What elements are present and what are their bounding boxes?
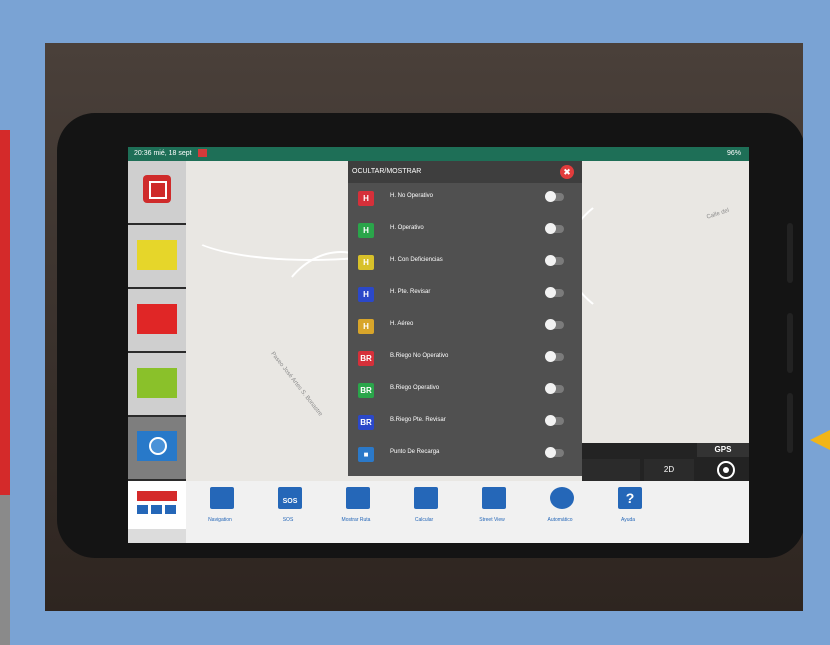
green-swatch [137, 368, 177, 398]
layer-label: H. Pte. Revisar [390, 289, 431, 295]
tab-ayuda[interactable]: ? Ayuda [598, 485, 658, 533]
circle-icon [137, 431, 177, 461]
side-button-top [787, 223, 793, 283]
sidebar-item-blue[interactable] [128, 417, 186, 479]
left-gray-strip [0, 495, 10, 645]
red-swatch [137, 304, 177, 334]
warning-icon [197, 149, 207, 158]
image-icon [210, 487, 234, 509]
tab-label: Mostrar Ruta [341, 517, 371, 523]
layer-label: B.Riego No Operativo [390, 353, 449, 359]
side-button-middle [787, 313, 793, 373]
street-view-icon [482, 487, 506, 509]
status-battery: 96% [726, 150, 741, 157]
gps-target-icon[interactable] [717, 461, 735, 479]
legend-blue-cell-3 [165, 505, 176, 514]
layer-toggle[interactable] [545, 255, 564, 266]
help-icon: ? [618, 487, 642, 509]
left-red-strip [0, 130, 10, 495]
layer-toggle[interactable] [545, 287, 564, 298]
recharge-point-icon: ■ [358, 447, 374, 462]
layer-label: Punto De Recarga [390, 449, 440, 455]
left-sidebar [128, 161, 186, 481]
tab-calcular[interactable]: Calcular [394, 485, 454, 533]
layer-toggle[interactable] [545, 351, 564, 362]
layer-visibility-panel: OCULTAR/MOSTRAR ✖ H H. No Operativo H H.… [348, 161, 582, 476]
tab-label: Navigation [208, 517, 232, 523]
automatic-icon [550, 487, 574, 509]
layer-row: H H. Con Deficiencias [348, 247, 582, 279]
hydrant-icon: H [358, 319, 374, 334]
sidebar-item-yellow[interactable] [128, 225, 186, 287]
layer-toggle[interactable] [545, 447, 564, 458]
sidebar-item-map[interactable] [128, 161, 186, 223]
layer-toggle[interactable] [545, 415, 564, 426]
irrigation-icon: BR [358, 415, 374, 430]
layer-row: H H. Operativo [348, 215, 582, 247]
hydrant-icon: H [358, 287, 374, 302]
tab-label: Calcular [414, 517, 434, 523]
tablet-screen: 20:36 mié, 18 sept 96% Paseo José Artes … [128, 147, 749, 543]
irrigation-icon: BR [358, 351, 374, 366]
layer-label: B.Riego Pte. Revisar [390, 417, 446, 423]
device-photo: 20:36 mié, 18 sept 96% Paseo José Artes … [45, 43, 803, 611]
yellow-swatch [137, 240, 177, 270]
legend-blue-cell-1 [137, 505, 148, 514]
tab-label: Street View [479, 517, 505, 523]
layer-toggle[interactable] [545, 191, 564, 202]
sidebar-item-green[interactable] [128, 353, 186, 415]
sos-icon: SOS [278, 487, 302, 509]
layer-toggle[interactable] [545, 383, 564, 394]
tab-mostrar-ruta[interactable]: Mostrar Ruta [326, 485, 386, 533]
layer-row: H H. Pte. Revisar [348, 279, 582, 311]
tab-street-view[interactable]: Street View [462, 485, 522, 533]
sidebar-item-legend[interactable] [128, 481, 186, 529]
map-road-right [566, 181, 749, 331]
hydrant-icon: H [358, 255, 374, 270]
tab-navigation[interactable]: Navigation [190, 485, 250, 533]
hydrant-icon: H [358, 223, 374, 238]
route-icon [346, 487, 370, 509]
layer-label: B.Riego Operativo [390, 385, 440, 391]
layer-row: BR B.Riego Pte. Revisar [348, 407, 582, 439]
layer-label: H. Aéreo [390, 321, 414, 327]
pointer-arrow-icon [810, 430, 830, 450]
tablet-device: 20:36 mié, 18 sept 96% Paseo José Artes … [57, 113, 803, 558]
calculate-icon [414, 487, 438, 509]
map-controls: 2D GPS [582, 443, 749, 481]
side-button-bottom [787, 393, 793, 453]
bottom-tab-bar: Navigation SOS SOS Mostrar Ruta Calcular… [186, 481, 749, 543]
map-icon [143, 175, 171, 203]
hydrant-icon: H [358, 191, 374, 206]
layer-label: H. No Operativo [390, 193, 434, 199]
irrigation-icon: BR [358, 383, 374, 398]
layer-row: BR B.Riego No Operativo [348, 343, 582, 375]
layer-row: ■ Punto De Recarga [348, 439, 582, 471]
layer-row: H H. Aéreo [348, 311, 582, 343]
legend-red-bar [137, 491, 177, 501]
panel-title: OCULTAR/MOSTRAR [348, 161, 582, 183]
status-time-date: 20:36 mié, 18 sept [134, 150, 192, 157]
layer-label: H. Con Deficiencias [390, 257, 443, 263]
view-2d-button[interactable]: 2D [644, 459, 694, 481]
tab-label: SOS [282, 517, 294, 523]
layer-row: H H. No Operativo [348, 183, 582, 215]
gps-label: GPS [697, 443, 749, 457]
close-icon[interactable]: ✖ [560, 165, 574, 179]
tab-label: Ayuda [620, 517, 636, 523]
sos-glyph: SOS [282, 498, 298, 505]
layer-toggle[interactable] [545, 223, 564, 234]
layer-label: H. Operativo [390, 225, 424, 231]
view-3d-button[interactable] [582, 459, 640, 481]
help-glyph: ? [625, 490, 635, 506]
status-bar: 20:36 mié, 18 sept 96% [128, 147, 749, 161]
legend-blue-cell-2 [151, 505, 162, 514]
layer-row: BR B.Riego Operativo [348, 375, 582, 407]
tab-label: Automático [547, 517, 573, 523]
sidebar-item-red[interactable] [128, 289, 186, 351]
tab-sos[interactable]: SOS SOS [258, 485, 318, 533]
layer-toggle[interactable] [545, 319, 564, 330]
tab-automatico[interactable]: Automático [530, 485, 590, 533]
